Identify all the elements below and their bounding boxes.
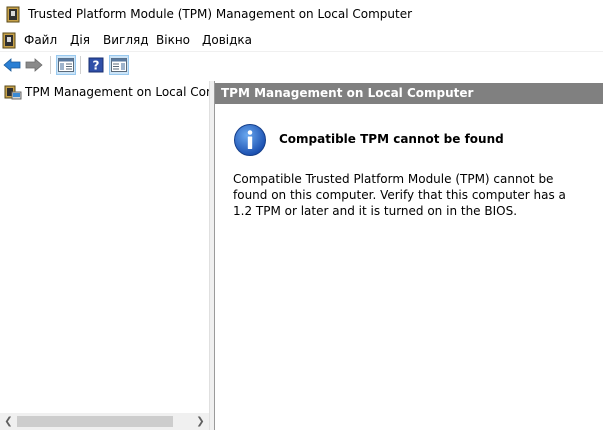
message-body: Compatible Trusted Platform Module (TPM)…	[233, 172, 566, 218]
svg-text:?: ?	[93, 59, 100, 73]
forward-arrow-icon[interactable]	[24, 55, 44, 75]
toolbar-separator	[80, 56, 81, 74]
menu-action[interactable]: Дія	[70, 33, 90, 47]
toolbar: ?	[0, 51, 603, 78]
menu-bar: Файл Дія Вигляд Вікно Довідка	[0, 30, 603, 51]
window-title: Trusted Platform Module (TPM) Management…	[28, 7, 413, 21]
scroll-left-icon[interactable]: ❮	[0, 413, 17, 430]
menu-view[interactable]: Вигляд	[103, 33, 149, 47]
tree-item-tpm-management[interactable]: TPM Management on Local Comp	[2, 83, 209, 101]
help-icon[interactable]: ?	[86, 55, 106, 75]
horizontal-scrollbar[interactable]: ❮ ❯	[0, 413, 209, 430]
back-arrow-icon[interactable]	[2, 55, 22, 75]
tpm-management-icon	[4, 84, 22, 100]
console-tree-pane: TPM Management on Local Comp ❮ ❯	[0, 81, 209, 430]
tpm-chip-icon[interactable]	[2, 32, 16, 49]
scrollbar-thumb[interactable]	[17, 416, 173, 427]
title-bar: Trusted Platform Module (TPM) Management…	[0, 0, 603, 30]
menu-help[interactable]: Довідка	[202, 33, 252, 47]
toolbar-separator	[50, 56, 51, 74]
scroll-right-icon[interactable]: ❯	[192, 413, 209, 430]
details-pane: TPM Management on Local Computer Compati…	[214, 81, 603, 430]
show-hide-action-pane-icon[interactable]	[109, 55, 129, 75]
tpm-chip-icon	[6, 6, 20, 23]
menu-file[interactable]: Файл	[24, 33, 57, 47]
details-header: TPM Management on Local Computer	[215, 83, 603, 104]
show-hide-console-tree-icon[interactable]	[56, 55, 76, 75]
tree-item-label: TPM Management on Local Comp	[25, 85, 209, 99]
info-icon	[233, 123, 267, 157]
details-header-title: TPM Management on Local Computer	[221, 86, 474, 100]
message-title: Compatible TPM cannot be found	[279, 132, 504, 146]
menu-window[interactable]: Вікно	[156, 33, 190, 47]
